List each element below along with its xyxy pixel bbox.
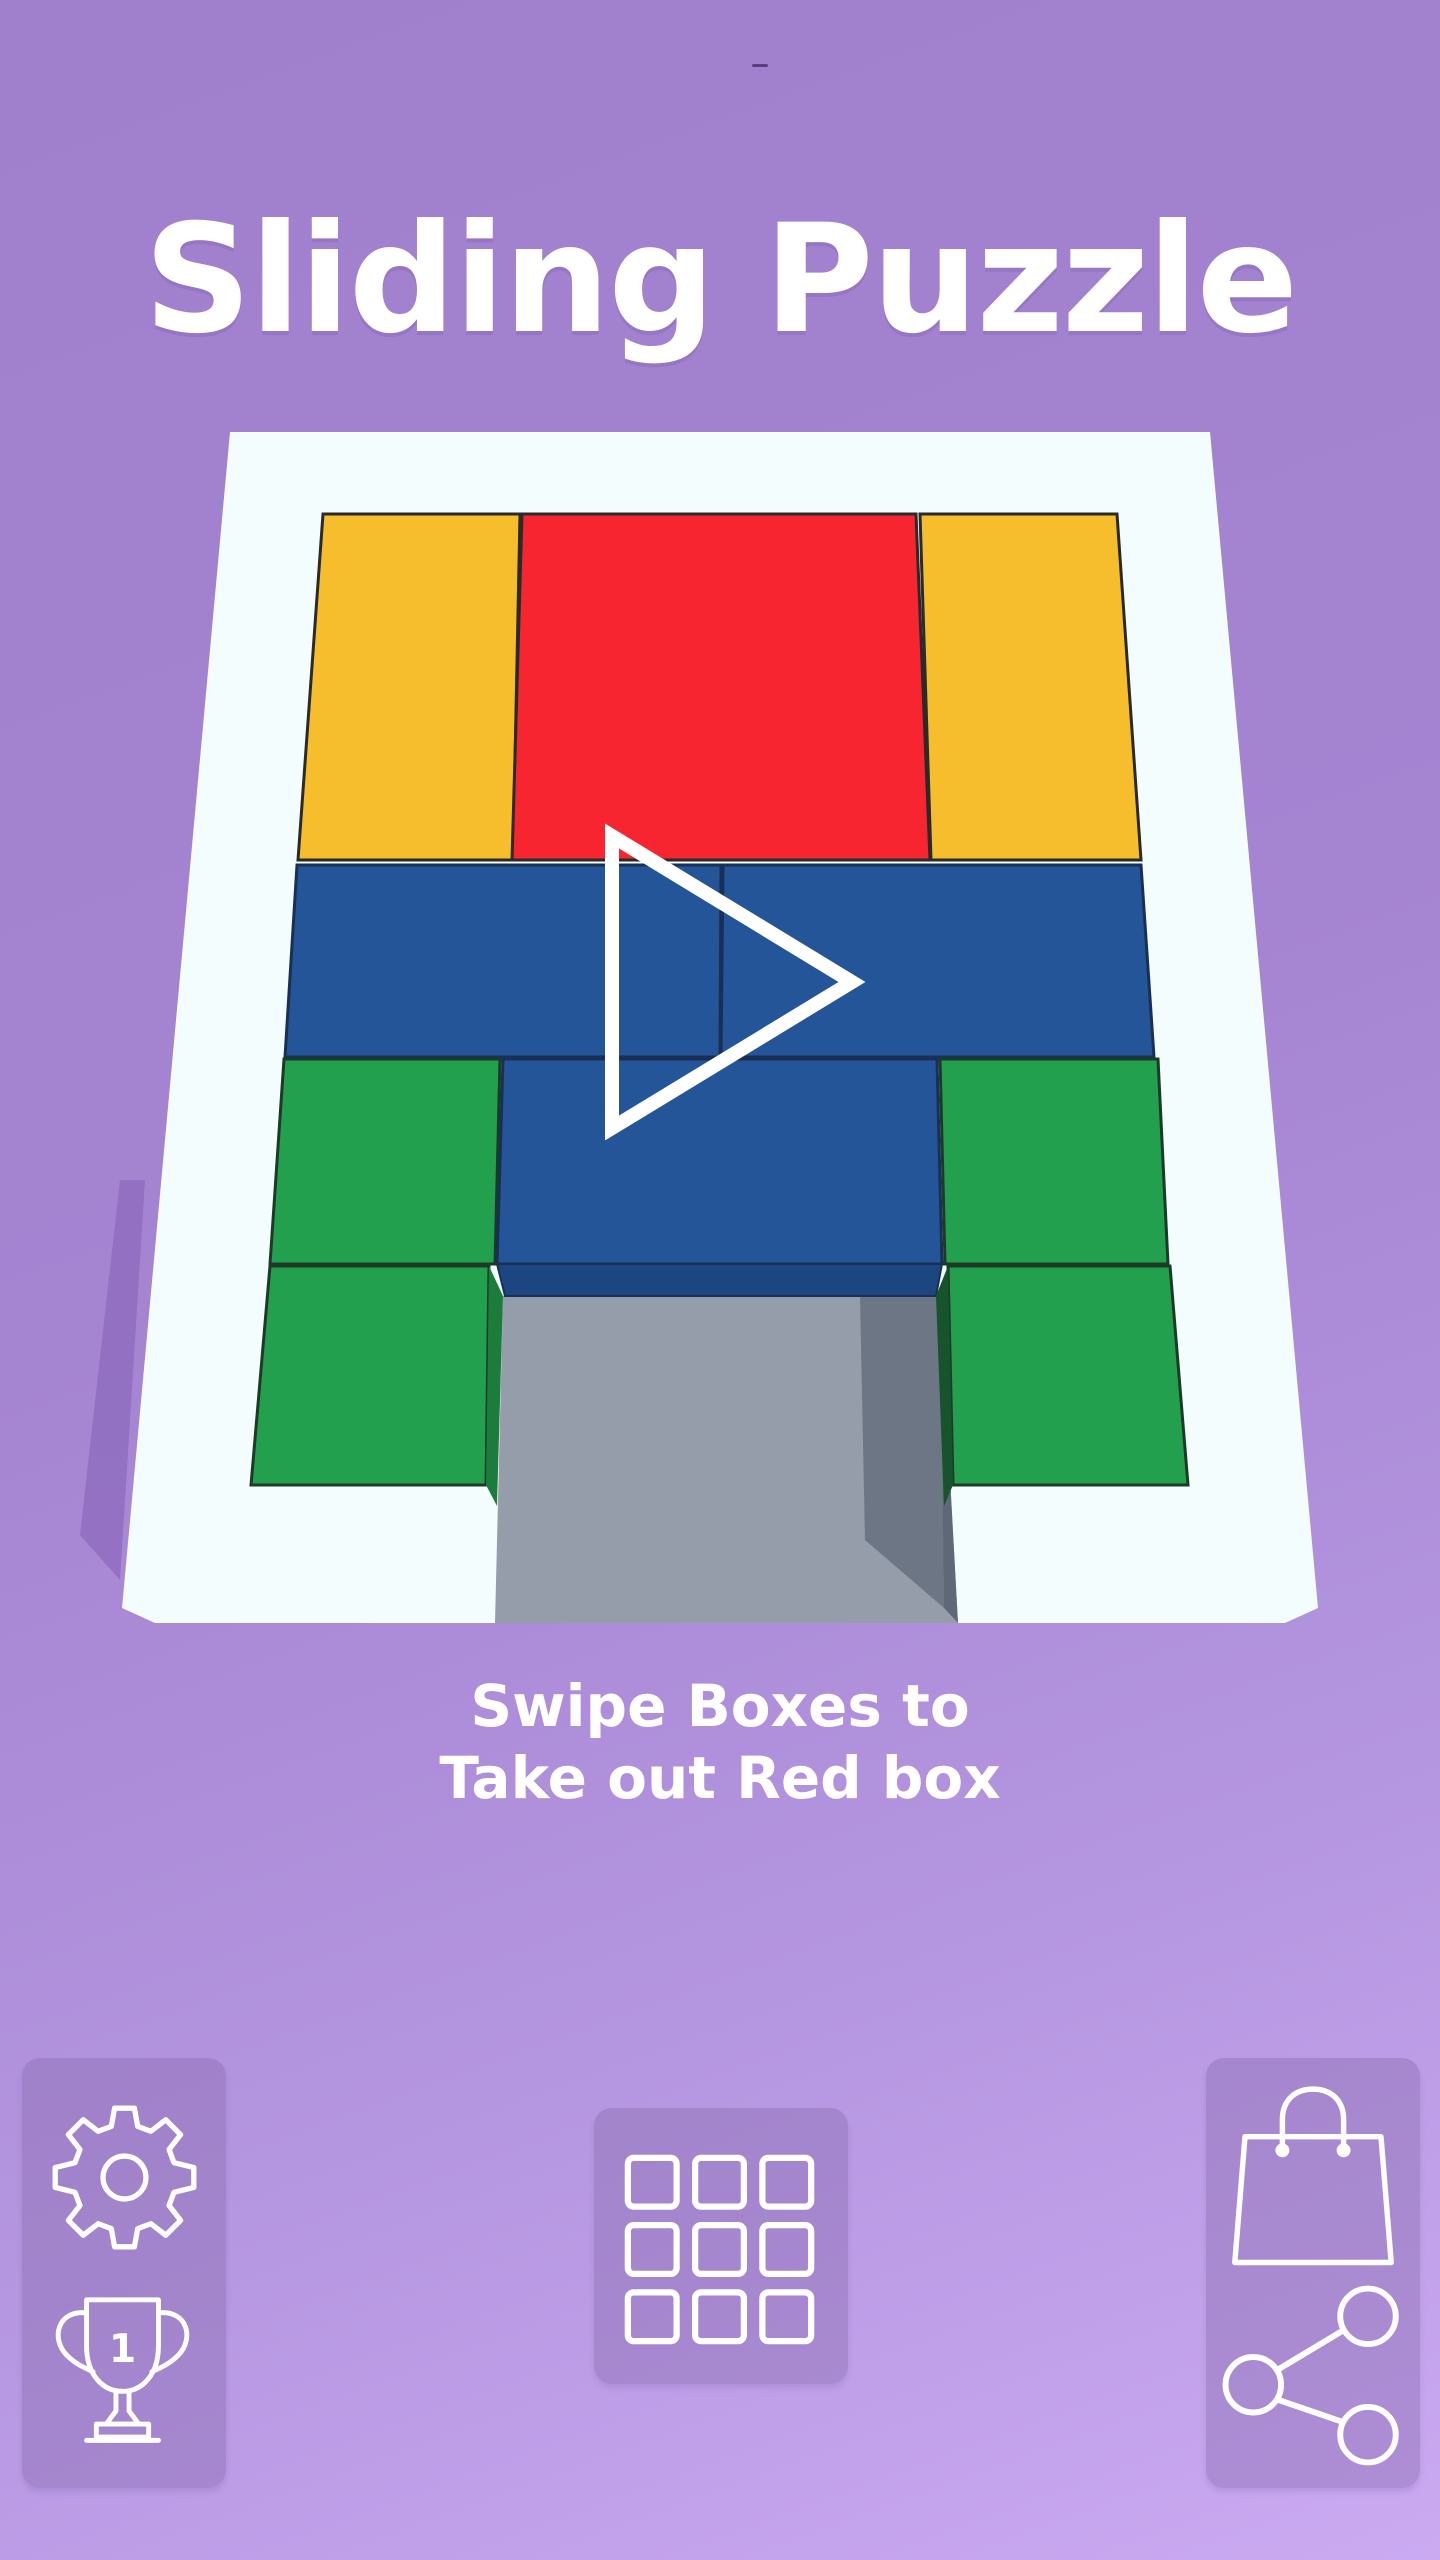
instructions-text: Swipe Boxes to Take out Red box xyxy=(0,1670,1440,1814)
levels-button[interactable] xyxy=(622,2152,817,2347)
shopping-bag-icon xyxy=(1232,2086,1394,2266)
status-indicator xyxy=(752,64,768,67)
shop-button[interactable] xyxy=(1228,2085,1398,2270)
green-block-left-upper[interactable] xyxy=(268,1057,502,1266)
green-block-right-lower[interactable] xyxy=(946,1264,1190,1487)
instructions-line-1: Swipe Boxes to xyxy=(470,1672,970,1740)
grid-icon xyxy=(624,2154,815,2345)
game-title: Sliding Puzzle xyxy=(143,193,1299,367)
leaderboard-rank: 1 xyxy=(109,2327,136,2372)
play-button[interactable] xyxy=(590,820,870,1141)
play-icon xyxy=(605,823,866,1141)
share-icon xyxy=(1222,2285,1399,2466)
share-button[interactable] xyxy=(1220,2283,1405,2468)
gear-icon xyxy=(52,2105,197,2250)
green-block-right-upper[interactable] xyxy=(938,1057,1170,1266)
instructions-line-2: Take out Red box xyxy=(439,1744,1001,1812)
yellow-block-left[interactable] xyxy=(296,512,522,862)
red-block-target[interactable] xyxy=(510,512,932,862)
trophy-icon: 1 xyxy=(55,2297,190,2443)
leaderboard-button[interactable]: 1 xyxy=(40,2290,205,2460)
settings-button[interactable] xyxy=(42,2095,207,2260)
green-block-left-lower[interactable] xyxy=(249,1264,491,1487)
yellow-block-right[interactable] xyxy=(918,512,1143,862)
